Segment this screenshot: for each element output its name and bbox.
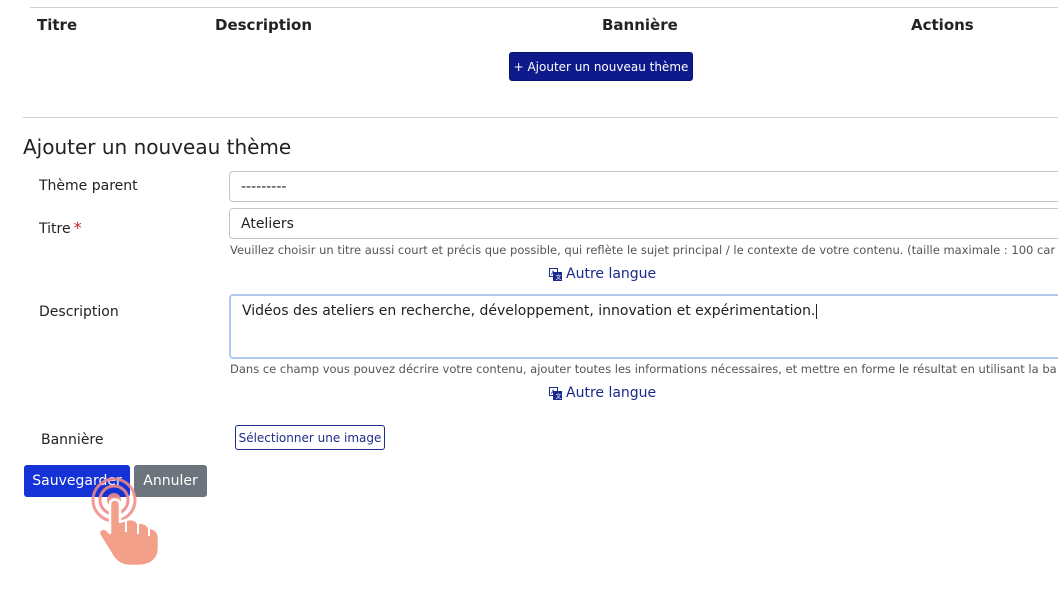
description-other-language-link[interactable]: A 文 Autre langue xyxy=(549,385,656,401)
hand-pointer-icon xyxy=(91,477,161,568)
title-label: Titre xyxy=(39,221,71,237)
select-image-button[interactable]: Sélectionner une image xyxy=(235,425,385,450)
parent-theme-select[interactable]: --------- xyxy=(229,171,1058,202)
title-other-language-link[interactable]: A 文 Autre langue xyxy=(549,266,656,282)
title-input[interactable]: Ateliers xyxy=(229,208,1058,239)
title-label-row: Titre * xyxy=(39,218,82,237)
section-divider xyxy=(23,117,1058,118)
translate-icon: A 文 xyxy=(549,267,562,281)
svg-text:文: 文 xyxy=(556,392,562,400)
text-caret xyxy=(816,303,818,319)
svg-text:文: 文 xyxy=(556,273,562,281)
description-textarea[interactable]: Vidéos des ateliers en recherche, dévelo… xyxy=(229,294,1058,359)
add-theme-button[interactable]: + Ajouter un nouveau thème xyxy=(509,52,693,81)
translate-icon: A 文 xyxy=(549,386,562,400)
column-header-banner: Bannière xyxy=(602,16,678,34)
table-top-border xyxy=(30,7,1058,8)
description-value: Vidéos des ateliers en recherche, dévelo… xyxy=(242,303,818,319)
column-header-title: Titre xyxy=(37,16,78,34)
parent-theme-value: --------- xyxy=(241,178,287,195)
form-heading: Ajouter un nouveau thème xyxy=(23,135,292,159)
description-help-text: Dans ce champ vous pouvez décrire votre … xyxy=(230,362,1057,376)
title-other-language-label: Autre langue xyxy=(566,266,657,282)
column-header-description: Description xyxy=(215,16,313,34)
required-mark: * xyxy=(73,218,82,237)
title-help-text: Veuillez choisir un titre aussi court et… xyxy=(230,243,1056,257)
parent-theme-label: Thème parent xyxy=(39,178,138,194)
title-value: Ateliers xyxy=(241,215,294,232)
description-label: Description xyxy=(39,304,119,320)
description-other-language-label: Autre langue xyxy=(566,385,657,401)
banner-label: Bannière xyxy=(41,432,104,448)
column-header-actions: Actions xyxy=(911,16,974,34)
